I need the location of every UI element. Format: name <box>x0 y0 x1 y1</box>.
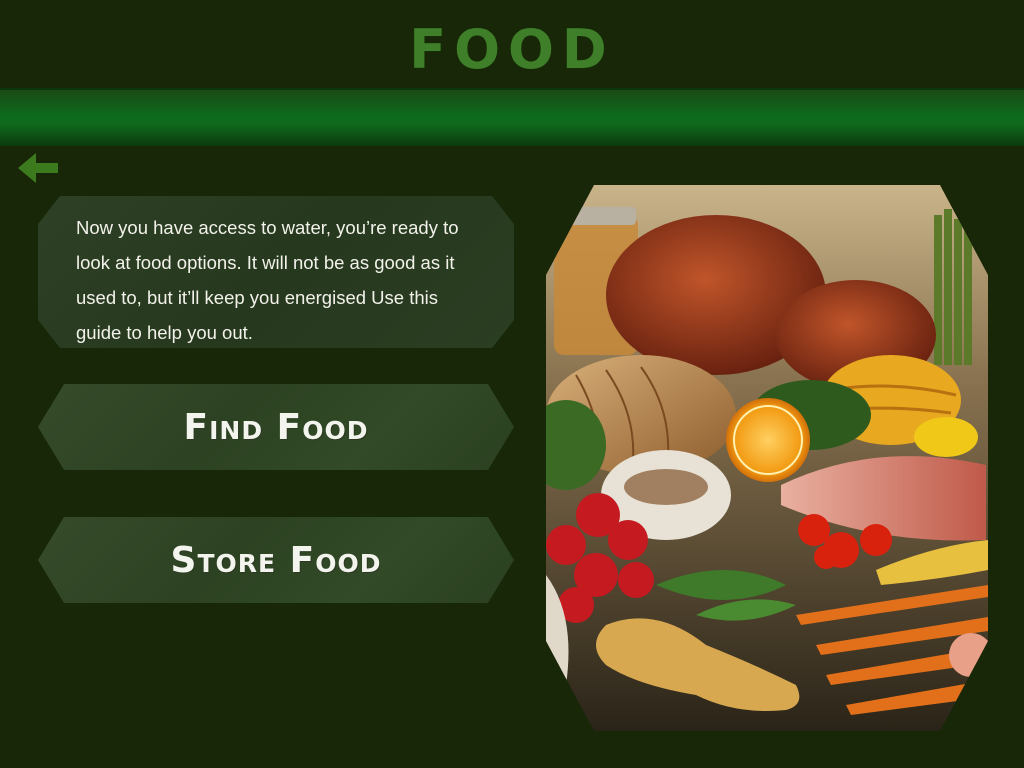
arrow-left-icon <box>18 153 58 183</box>
find-food-label: Find Food <box>183 406 369 448</box>
back-button[interactable] <box>16 150 62 186</box>
intro-panel: Now you have access to water, you’re rea… <box>38 196 514 348</box>
header-bar <box>0 88 1024 146</box>
store-food-label: Store Food <box>170 539 382 581</box>
intro-text: Now you have access to water, you’re rea… <box>76 217 459 343</box>
find-food-button[interactable]: Find Food <box>38 384 514 470</box>
store-food-button[interactable]: Store Food <box>38 517 514 603</box>
page-title: FOOD <box>409 18 615 81</box>
food-photo <box>546 185 988 731</box>
